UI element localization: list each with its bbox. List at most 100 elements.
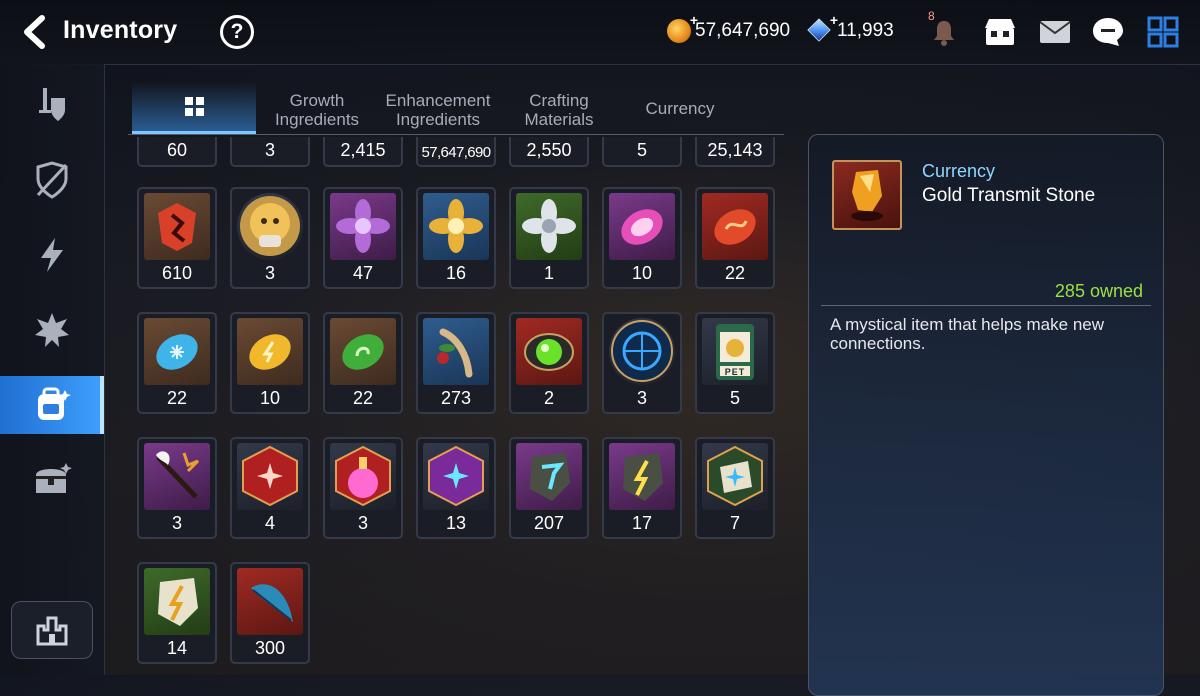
flame-leaf-rune-icon <box>144 193 210 260</box>
herb-root-icon <box>423 318 489 385</box>
item-quantity: 7 <box>729 513 740 533</box>
feather-staff-icon <box>144 443 210 510</box>
purple-flower-icon <box>330 193 396 260</box>
ice-gem-icon <box>144 318 210 385</box>
item-slot[interactable]: 25,143 <box>695 137 775 167</box>
item-quantity: 207 <box>533 513 565 533</box>
item-quantity: 22 <box>352 388 374 408</box>
item-quantity: 2,415 <box>340 140 386 160</box>
item-slot[interactable]: 16 <box>416 187 496 289</box>
mail-button[interactable] <box>1037 14 1073 50</box>
item-slot[interactable]: 3 <box>323 437 403 539</box>
earth-gem-icon <box>330 318 396 385</box>
item-slot[interactable]: 3 <box>230 137 310 167</box>
item-slot[interactable]: 3 <box>230 187 310 289</box>
item-quantity: 300 <box>254 638 286 658</box>
gem-amount: 11,993 <box>837 20 894 41</box>
item-slot[interactable]: 2,550 <box>509 137 589 167</box>
item-slot[interactable]: PET 5 <box>695 312 775 414</box>
item-slot[interactable]: 3 <box>602 312 682 414</box>
green-eye-orb-icon <box>516 318 582 385</box>
item-quantity: 2 <box>543 388 554 408</box>
lightning-stone-icon <box>144 568 210 635</box>
item-quantity: 273 <box>440 388 472 408</box>
item-quantity: 610 <box>161 263 193 283</box>
chat-icon <box>1093 18 1123 46</box>
gem-currency[interactable]: + 11,993 <box>807 12 894 45</box>
blue-feather-icon <box>237 568 303 635</box>
item-slot[interactable]: 17 <box>602 437 682 539</box>
item-quantity: 47 <box>352 263 374 283</box>
mail-icon <box>1039 21 1071 43</box>
item-slot[interactable]: 207 <box>509 437 589 539</box>
item-slot[interactable]: 2,415 <box>323 137 403 167</box>
item-slot[interactable]: 60 <box>137 137 217 167</box>
item-quantity: 3 <box>264 140 275 160</box>
item-slot[interactable]: 4 <box>230 437 310 539</box>
item-slot[interactable]: 300 <box>230 562 310 664</box>
item-quantity: 5 <box>729 388 740 408</box>
item-slot[interactable]: 5 <box>602 137 682 167</box>
chat-button[interactable] <box>1090 14 1126 50</box>
item-slot[interactable]: 22 <box>137 312 217 414</box>
light-gem-icon <box>237 318 303 385</box>
item-quantity: 60 <box>166 140 188 160</box>
item-quantity: 3 <box>264 263 275 283</box>
detail-owned-count: 285 owned <box>1054 281 1143 301</box>
item-quantity: 17 <box>631 513 653 533</box>
pet-label: PET <box>724 367 746 377</box>
detail-item-name: Gold Transmit Stone <box>922 185 1096 206</box>
silver-flower-icon <box>516 193 582 260</box>
item-quantity: 57,647,690 <box>421 144 491 161</box>
item-slot[interactable]: 22 <box>323 312 403 414</box>
item-slot[interactable]: 3 <box>137 437 217 539</box>
item-slot[interactable]: 22 <box>695 187 775 289</box>
item-quantity: 10 <box>631 263 653 283</box>
divider <box>821 305 1151 306</box>
item-slot[interactable]: 10 <box>230 312 310 414</box>
magenta-gem-icon <box>609 193 675 260</box>
shop-button[interactable] <box>982 14 1018 50</box>
item-quantity: 10 <box>259 388 281 408</box>
item-quantity: 13 <box>445 513 467 533</box>
item-quantity: 14 <box>166 638 188 658</box>
character-portrait-icon <box>237 193 303 260</box>
item-slot[interactable]: 2 <box>509 312 589 414</box>
item-quantity: 1 <box>543 263 554 283</box>
item-quantity: 22 <box>166 388 188 408</box>
notification-bell-button[interactable]: 8 <box>926 9 962 50</box>
item-detail-panel: Currency Gold Transmit Stone 285 owned A… <box>808 134 1164 696</box>
item-slot[interactable]: 57,647,690 <box>416 137 496 167</box>
item-quantity: 3 <box>636 388 647 408</box>
red-crystal-stone-icon <box>237 443 303 510</box>
detail-description: A mystical item that helps make new conn… <box>830 315 1105 353</box>
item-slot[interactable]: 610 <box>137 187 217 289</box>
item-quantity: 25,143 <box>707 140 763 160</box>
item-quantity: 5 <box>636 140 647 160</box>
detail-category: Currency <box>922 161 996 181</box>
shop-icon <box>985 19 1015 45</box>
item-slot[interactable]: 10 <box>602 187 682 289</box>
skystone-icon <box>807 18 831 42</box>
yellow-transmit-stone-icon <box>609 443 675 510</box>
item-quantity: 3 <box>357 513 368 533</box>
item-quantity: 22 <box>724 263 746 283</box>
grid-menu-icon <box>1147 16 1179 48</box>
menu-button[interactable] <box>1145 14 1181 50</box>
notification-count: 8 <box>928 9 935 23</box>
item-slot[interactable]: 1 <box>509 187 589 289</box>
item-quantity: 3 <box>171 513 182 533</box>
potion-flask-icon <box>330 443 396 510</box>
item-slot[interactable]: 7 <box>695 437 775 539</box>
pet-package-icon: PET <box>702 318 768 385</box>
item-quantity: 2,550 <box>526 140 572 160</box>
purple-crystal-stone-icon <box>423 443 489 510</box>
item-quantity: 16 <box>445 263 467 283</box>
item-slot[interactable]: 47 <box>323 187 403 289</box>
item-slot[interactable]: 14 <box>137 562 217 664</box>
item-slot[interactable]: 273 <box>416 312 496 414</box>
gold-transmit-stone-icon <box>832 160 902 230</box>
item-grid: 60 3 2,415 57,647,690 2,550 5 25,143 610… <box>0 0 800 675</box>
item-slot[interactable]: 13 <box>416 437 496 539</box>
item-quantity: 4 <box>264 513 275 533</box>
